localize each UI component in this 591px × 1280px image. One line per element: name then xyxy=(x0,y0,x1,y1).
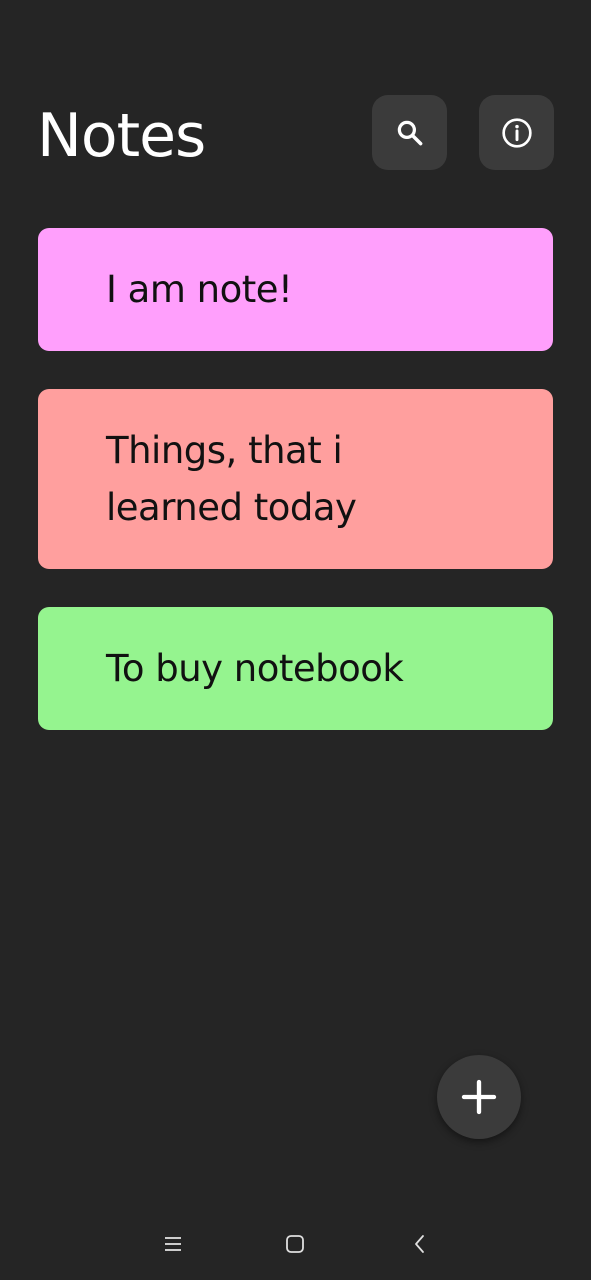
page-title: Notes xyxy=(37,101,206,171)
add-note-button[interactable] xyxy=(437,1055,521,1139)
back-button[interactable] xyxy=(402,1226,438,1262)
info-button[interactable] xyxy=(479,95,554,170)
note-text: Things, that i learned today xyxy=(106,429,357,529)
search-button[interactable] xyxy=(372,95,447,170)
note-text: To buy notebook xyxy=(106,647,404,690)
note-card[interactable]: To buy notebook xyxy=(38,607,553,730)
home-icon xyxy=(286,1235,304,1253)
note-card[interactable]: Things, that i learned today xyxy=(38,389,553,569)
search-icon xyxy=(397,120,422,145)
system-navigation-bar xyxy=(0,1212,591,1276)
home-button[interactable] xyxy=(277,1226,313,1262)
plus-icon xyxy=(461,1079,497,1115)
info-icon xyxy=(501,117,532,148)
menu-icon xyxy=(165,1237,181,1251)
back-icon xyxy=(415,1235,424,1253)
recent-apps-button[interactable] xyxy=(155,1226,191,1262)
note-text: I am note! xyxy=(106,268,293,311)
note-card[interactable]: I am note! xyxy=(38,228,553,351)
